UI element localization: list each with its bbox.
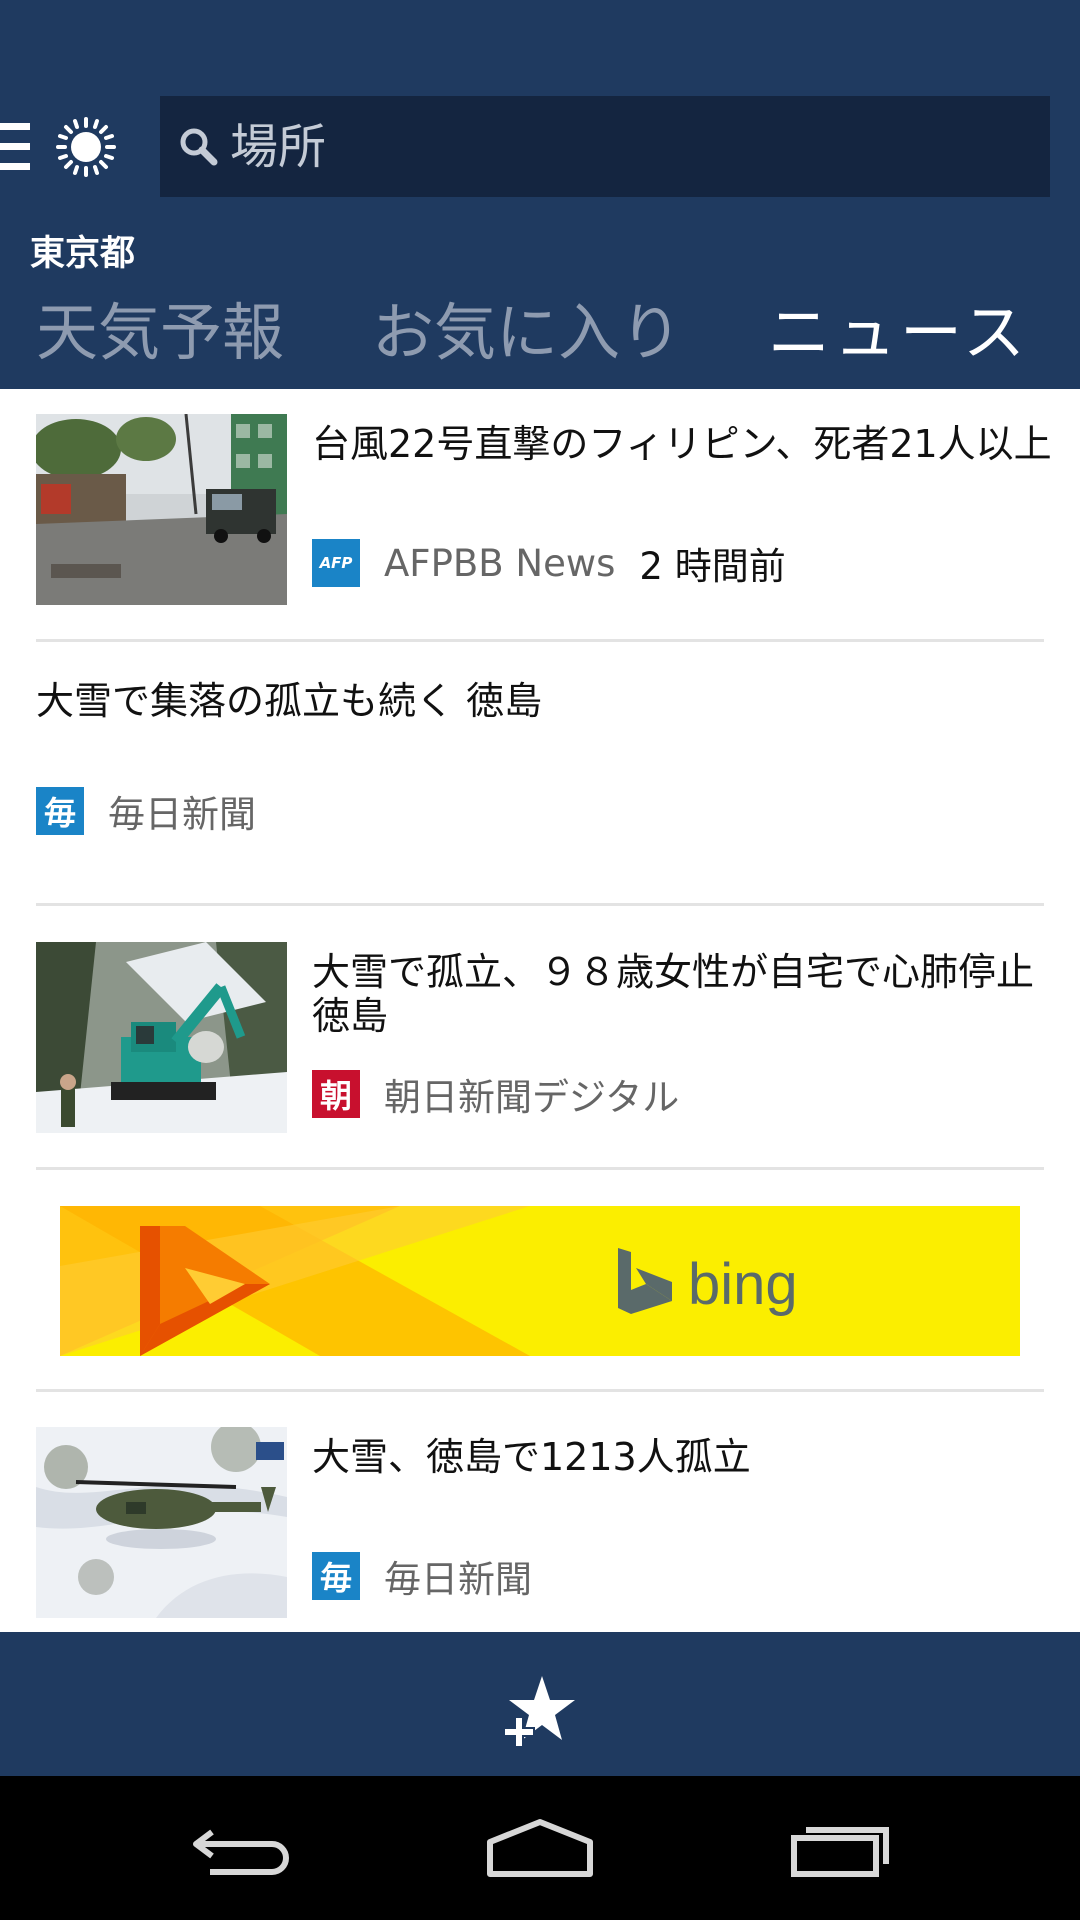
news-title: 大雪で集落の孤立も続く 徳島 — [36, 679, 543, 723]
tab-favorites[interactable]: お気に入り — [372, 288, 682, 378]
news-title: 台風22号直撃のフィリピン、死者21人以上 — [312, 422, 1052, 466]
star-plus-icon[interactable] — [498, 1670, 582, 1754]
news-item[interactable]: 大雪で集落の孤立も続く 徳島 毎 毎日新聞 — [36, 669, 1044, 869]
news-item[interactable]: 大雪、徳島で1213人孤立 毎 毎日新聞 — [36, 1427, 1044, 1618]
news-title: 大雪、徳島で1213人孤立 — [312, 1435, 751, 1479]
source-name: 毎日新聞 — [384, 1558, 532, 1601]
ad-brand: bing — [688, 1252, 798, 1317]
mainichi-logo-icon: 毎 — [36, 787, 84, 835]
tab-weather[interactable]: 天気予報 — [36, 288, 284, 378]
status-bar — [0, 0, 1080, 75]
divider — [36, 903, 1044, 906]
sun-icon[interactable] — [54, 115, 118, 179]
divider — [36, 1167, 1044, 1170]
source-name: 朝日新聞デジタル — [384, 1076, 680, 1119]
news-source: 毎 毎日新聞 — [36, 787, 256, 836]
search-box[interactable] — [160, 96, 1050, 197]
app-root: 東京都 天気予報 お気に入り ニュース — [0, 0, 1080, 1920]
recent-apps-icon[interactable] — [780, 1812, 900, 1884]
menu-icon[interactable] — [0, 123, 40, 173]
asahi-logo-icon: 朝 — [312, 1070, 360, 1118]
location-label: 東京都 — [30, 234, 136, 274]
back-arrow-icon[interactable] — [180, 1812, 300, 1884]
news-list: 台風22号直撃のフィリピン、死者21人以上 AFP AFPBB News 2 時… — [0, 389, 1080, 1632]
afp-logo-icon: AFP — [312, 539, 360, 587]
source-name: 毎日新聞 — [108, 793, 256, 836]
news-item[interactable]: 大雪で孤立、９８歳女性が自宅で心肺停止 徳島 朝 朝日新聞デジタル — [36, 942, 1044, 1133]
news-thumbnail — [36, 1427, 287, 1618]
news-source: 朝 朝日新聞デジタル — [312, 1070, 680, 1119]
search-input[interactable] — [224, 96, 1050, 197]
ad-banner[interactable]: bing — [60, 1206, 1020, 1356]
home-icon[interactable] — [480, 1812, 600, 1884]
news-thumbnail — [36, 414, 287, 605]
divider — [36, 1389, 1044, 1392]
tab-bar: 天気予報 お気に入り ニュース — [0, 288, 1080, 378]
divider — [36, 639, 1044, 642]
bottom-app-bar — [0, 1632, 1080, 1776]
header: 東京都 天気予報 お気に入り ニュース — [0, 75, 1080, 389]
news-source: 毎 毎日新聞 — [312, 1552, 532, 1601]
source-name: AFPBB News — [384, 541, 616, 585]
news-title: 大雪で孤立、９８歳女性が自宅で心肺停止 徳島 — [312, 950, 1035, 1038]
news-source: AFP AFPBB News 2 時間前 — [312, 539, 786, 588]
mainichi-logo-icon: 毎 — [312, 1552, 360, 1600]
system-nav-bar — [0, 1776, 1080, 1920]
tab-news[interactable]: ニュース — [768, 288, 1029, 378]
news-item[interactable]: 台風22号直撃のフィリピン、死者21人以上 AFP AFPBB News 2 時… — [36, 414, 1052, 605]
news-time: 2 時間前 — [639, 545, 786, 588]
search-icon — [180, 128, 218, 165]
news-thumbnail — [36, 942, 287, 1133]
